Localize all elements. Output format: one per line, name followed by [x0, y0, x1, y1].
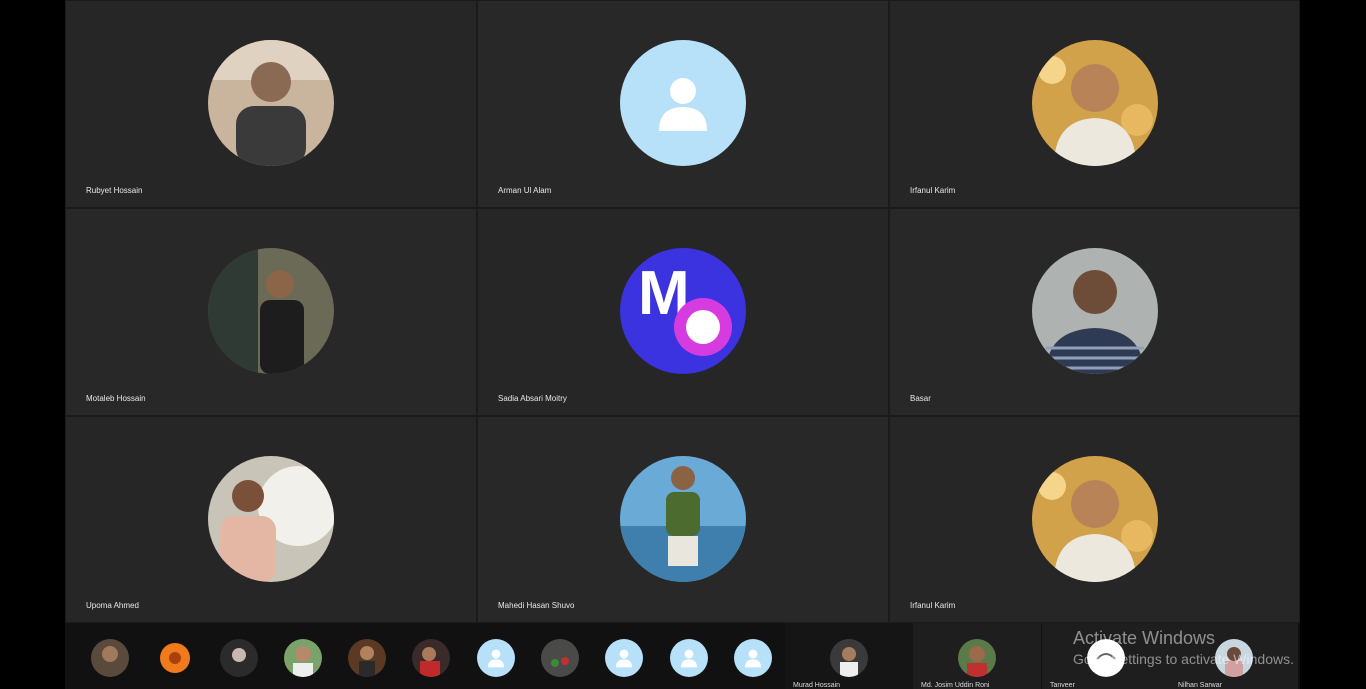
- participant-thumbnail[interactable]: [734, 639, 772, 677]
- participant-name: Basar: [910, 394, 931, 403]
- participant-tile[interactable]: Basar: [889, 208, 1300, 416]
- participant-name: Upoma Ahmed: [86, 601, 139, 610]
- participant-thumbnail[interactable]: [91, 639, 129, 677]
- participant-avatar: [208, 40, 334, 166]
- participant-thumbnail[interactable]: [541, 639, 579, 677]
- participant-thumbnail[interactable]: [412, 639, 450, 677]
- user-icon: [681, 649, 697, 668]
- participant-thumbnail[interactable]: [284, 639, 322, 677]
- participant-tile[interactable]: Irfanul Karim: [889, 0, 1300, 208]
- participant-name: Sadia Absari Moitry: [498, 394, 567, 403]
- participant-thumbnail[interactable]: [220, 639, 258, 677]
- participant-tile[interactable]: Irfanul Karim: [889, 416, 1300, 623]
- watermark-title: Activate Windows: [1073, 628, 1216, 648]
- participant-name: Mahedi Hasan Shuvo: [498, 601, 575, 610]
- participant-name: Irfanul Karim: [910, 186, 956, 195]
- participant-strip-tile[interactable]: Md. Josim Uddin Roni: [913, 623, 1041, 689]
- participant-name: Irfanul Karim: [910, 601, 956, 610]
- participant-thumbnail: [830, 639, 868, 677]
- participant-name: Arman Ul Alam: [498, 186, 552, 195]
- participant-avatar: [208, 456, 334, 582]
- participant-name: Tanveer: [1050, 682, 1075, 689]
- user-icon: [659, 78, 707, 131]
- participant-strip-tile[interactable]: Murad Hossain: [785, 623, 913, 689]
- participant-tile[interactable]: Upoma Ahmed: [65, 416, 477, 623]
- participant-thumbnail[interactable]: [156, 639, 194, 677]
- participant-name: Motaleb Hossain: [86, 394, 146, 403]
- participant-tile[interactable]: Arman Ul Alam: [477, 0, 889, 208]
- participant-thumbnail: [958, 639, 996, 677]
- participant-thumbnail[interactable]: [348, 639, 386, 677]
- participant-avatar: [1031, 456, 1158, 582]
- activation-watermark: Activate Windows Go to Settings to activ…: [1073, 628, 1294, 667]
- participant-avatar: [620, 40, 746, 166]
- watermark-subtitle: Go to Settings to activate Windows.: [1073, 651, 1294, 667]
- participant-avatar: [208, 248, 334, 374]
- participant-avatar: [620, 456, 746, 582]
- participant-tile[interactable]: M Sadia Absari Moitry: [477, 208, 889, 416]
- participant-thumbnail[interactable]: [670, 639, 708, 677]
- participant-tile[interactable]: Mahedi Hasan Shuvo: [477, 416, 889, 623]
- participant-thumbnail[interactable]: [477, 639, 515, 677]
- participant-tile[interactable]: Motaleb Hossain: [65, 208, 477, 416]
- participant-name: Md. Josim Uddin Roni: [921, 682, 990, 689]
- participant-avatar: [1031, 40, 1158, 166]
- participant-grid: Rubyet Hossain Arman Ul Alam Irfanul Kar…: [65, 0, 1300, 623]
- participant-tile[interactable]: Rubyet Hossain: [65, 0, 477, 208]
- participant-name: Nilhan Sarwar: [1178, 682, 1222, 689]
- user-icon: [616, 649, 632, 668]
- participant-name: Murad Hossain: [793, 682, 841, 689]
- participant-thumbnail[interactable]: [605, 639, 643, 677]
- user-icon: [745, 649, 761, 668]
- participant-name: Rubyet Hossain: [86, 186, 143, 195]
- participant-avatar: [1031, 248, 1158, 374]
- participant-avatar: M: [620, 248, 746, 374]
- user-icon: [488, 649, 504, 668]
